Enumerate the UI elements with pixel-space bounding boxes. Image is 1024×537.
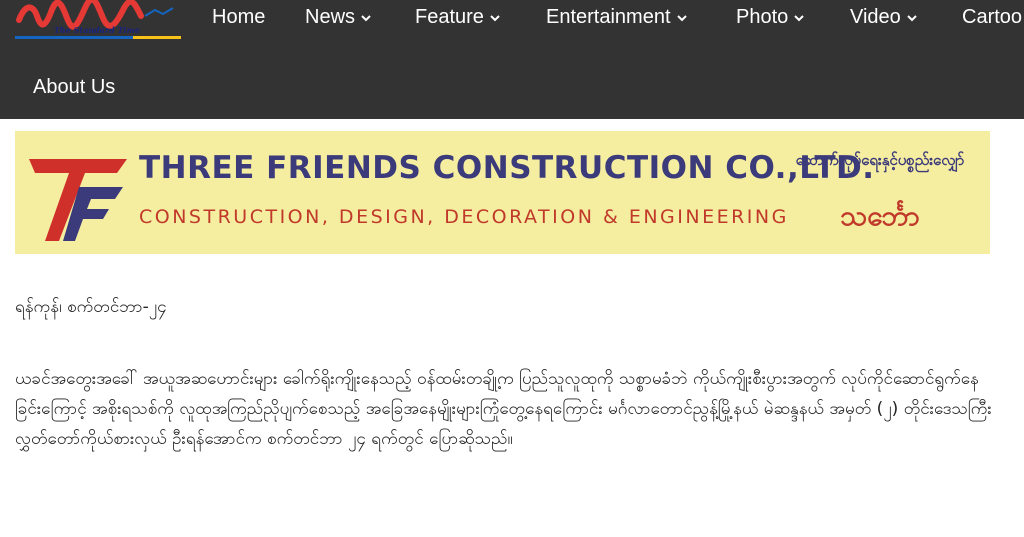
banner-title: THREE FRIENDS CONSTRUCTION CO.,LTD.	[139, 150, 875, 186]
nav-home[interactable]: Home	[212, 6, 265, 30]
chevron-down-icon	[676, 15, 687, 22]
nav-photo[interactable]: Photo	[736, 6, 804, 30]
article-body: ယခင်အတွေးအခေါ် အယူအဆဟောင်းများ ခေါက်ရိုး…	[15, 369, 992, 449]
nav-about-us[interactable]: About Us	[33, 76, 115, 99]
nav-photo-label: Photo	[736, 6, 789, 28]
logo-tagline: The Standard Time	[53, 25, 141, 35]
chevron-down-icon	[907, 15, 917, 22]
nav-feature-label: Feature	[415, 6, 484, 28]
nav-cartoon[interactable]: Cartoo	[962, 6, 1022, 30]
nav-home-label: Home	[212, 6, 266, 28]
logo-underline-accent	[133, 36, 181, 39]
nav-video[interactable]: Video	[850, 6, 917, 30]
nav-news[interactable]: News	[305, 6, 371, 30]
nav-video-label: Video	[850, 6, 901, 28]
nav-feature[interactable]: Feature	[415, 6, 500, 30]
chevron-down-icon	[361, 15, 371, 22]
site-logo[interactable]: The Standard Time	[15, 0, 181, 44]
article-dateline: ရန်ကုန်၊ စက်တင်ဘာ-၂၄	[15, 297, 167, 317]
ad-banner[interactable]: THREE FRIENDS CONSTRUCTION CO.,LTD. CONS…	[15, 131, 990, 254]
banner-tagline: ဆောက်လုပ်ရေးနှင့်ပစ္စည်းလျှော်	[795, 151, 965, 169]
nav-entertainment-label: Entertainment	[546, 6, 671, 28]
tf-logo-icon	[29, 159, 127, 241]
nav-cartoon-label: Cartoo	[962, 6, 1023, 28]
banner-subtitle: CONSTRUCTION, DESIGN, DECORATION & ENGIN…	[139, 206, 789, 228]
banner-company-name: သင်္ဘော	[840, 199, 920, 232]
chevron-down-icon	[490, 15, 500, 22]
chevron-down-icon	[794, 15, 804, 22]
nav-news-label: News	[305, 6, 356, 28]
site-header: The Standard Time Home News Feature Ente…	[0, 0, 1024, 119]
nav-entertainment[interactable]: Entertainment	[546, 6, 687, 30]
